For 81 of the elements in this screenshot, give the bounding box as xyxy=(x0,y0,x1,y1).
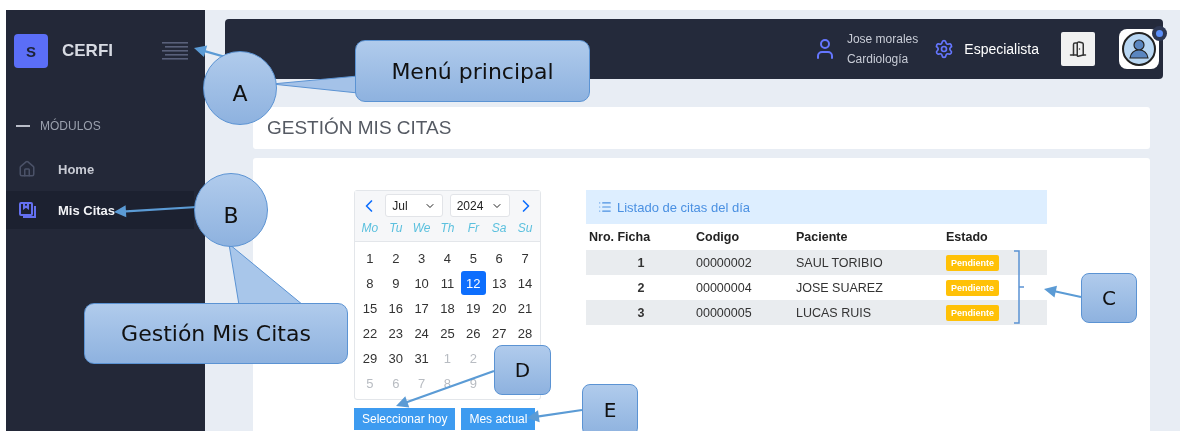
calendar-day[interactable]: 26 xyxy=(460,321,486,345)
calendar-day[interactable]: 14 xyxy=(512,271,538,295)
calendar-day[interactable]: 10 xyxy=(409,271,435,295)
settings-icon[interactable] xyxy=(934,39,955,59)
calendar-day[interactable]: 27 xyxy=(486,321,512,345)
table-cell-text: 00000005 xyxy=(696,305,753,320)
list-title: Listado de citas del día xyxy=(617,199,750,215)
calendar-day[interactable]: 9 xyxy=(383,271,409,295)
calendar-day[interactable]: 17 xyxy=(409,296,435,320)
calendar-day[interactable]: 11 xyxy=(435,271,460,295)
weekday-label: Sa xyxy=(490,220,508,237)
calendar-day[interactable]: 25 xyxy=(435,321,460,345)
weekday-label: Tu xyxy=(388,220,404,237)
table-cell-text: SAUL TORIBIO xyxy=(796,255,884,270)
column-header: Codigo xyxy=(696,230,741,244)
column-header: Paciente xyxy=(796,230,849,244)
menu-icon[interactable] xyxy=(162,42,188,60)
callout-box: Menú principal xyxy=(355,40,590,102)
exit-button[interactable] xyxy=(1061,32,1095,66)
weekday-label: Mo xyxy=(360,220,380,237)
calendar-day[interactable]: 23 xyxy=(383,321,409,345)
calendar-day[interactable]: 30 xyxy=(383,346,409,370)
callout-box: E xyxy=(582,384,638,431)
calendar-day[interactable]: 1 xyxy=(357,246,383,270)
callout-box: Gestión Mis Citas xyxy=(84,303,348,364)
calendar-day[interactable]: 2 xyxy=(383,246,409,270)
calendar-day[interactable]: 19 xyxy=(460,296,486,320)
nav-item[interactable]: Home xyxy=(6,150,194,188)
table-cell-text: 00000002 xyxy=(696,255,753,270)
table-cell-text: 00000004 xyxy=(696,280,753,295)
calendar-day[interactable]: 20 xyxy=(486,296,512,320)
weekday-label: We xyxy=(411,220,432,237)
table-cell-text: 2 xyxy=(636,280,646,295)
table-cell-text: 3 xyxy=(636,305,646,320)
callout-box: D xyxy=(494,345,551,395)
weekday-label: Su xyxy=(516,220,534,237)
calendar-day[interactable]: 12 xyxy=(460,271,486,295)
bookmark-icon xyxy=(18,201,36,219)
table-cell-text: JOSE SUAREZ xyxy=(796,280,884,295)
table-cell-text: LUCAS RUIS xyxy=(796,305,873,320)
user-name: Jose morales xyxy=(846,31,919,48)
list-icon xyxy=(598,200,612,214)
user-specialty: Cardiología xyxy=(846,51,910,68)
brand-name: CERFI xyxy=(62,41,114,61)
door-icon xyxy=(1069,40,1087,58)
arrow xyxy=(527,408,583,423)
column-header: Nro. Ficha xyxy=(588,230,652,244)
home-icon xyxy=(18,160,36,178)
calendar-day[interactable]: 15 xyxy=(357,296,383,320)
status-badge: Pendiente xyxy=(946,254,999,271)
calendar-day[interactable]: 7 xyxy=(512,246,538,270)
nav-item[interactable]: Mis Citas xyxy=(6,191,194,229)
dash-icon xyxy=(16,125,30,127)
callout-box: C xyxy=(1081,273,1137,323)
calendar-day[interactable]: 3 xyxy=(409,246,435,270)
calendar-day[interactable]: 6 xyxy=(486,246,512,270)
status-badge: Pendiente xyxy=(946,304,999,321)
calendar-day[interactable]: 18 xyxy=(435,296,460,320)
calendar-day[interactable]: 16 xyxy=(383,296,409,320)
section-label: MÓDULOS xyxy=(40,119,101,133)
calendar-day[interactable]: 4 xyxy=(435,246,460,270)
calendar-day[interactable]: 24 xyxy=(409,321,435,345)
calendar-day[interactable]: 22 xyxy=(357,321,383,345)
calendar-day[interactable]: 21 xyxy=(512,296,538,320)
calendar-day[interactable]: 5 xyxy=(460,246,486,270)
year-select[interactable]: 2024 xyxy=(449,194,510,217)
calendar-day[interactable]: 13 xyxy=(486,271,512,295)
month-select[interactable]: Jul xyxy=(385,194,444,217)
table-cell-text: 1 xyxy=(636,255,646,270)
avatar-icon xyxy=(1121,31,1157,67)
weekday-label: Fr xyxy=(466,220,481,237)
arrow xyxy=(1044,285,1082,299)
status-badge: Pendiente xyxy=(946,279,999,296)
column-header: Estado xyxy=(946,230,989,244)
weekday-label: Th xyxy=(439,220,456,237)
role-label: Especialista xyxy=(964,41,1039,57)
calendar-day[interactable]: 8 xyxy=(357,271,383,295)
logo: S xyxy=(14,34,48,68)
calendar-day[interactable]: 31 xyxy=(409,346,435,370)
calendar-day[interactable]: 29 xyxy=(357,346,383,370)
calendar-day[interactable]: 28 xyxy=(512,321,538,345)
